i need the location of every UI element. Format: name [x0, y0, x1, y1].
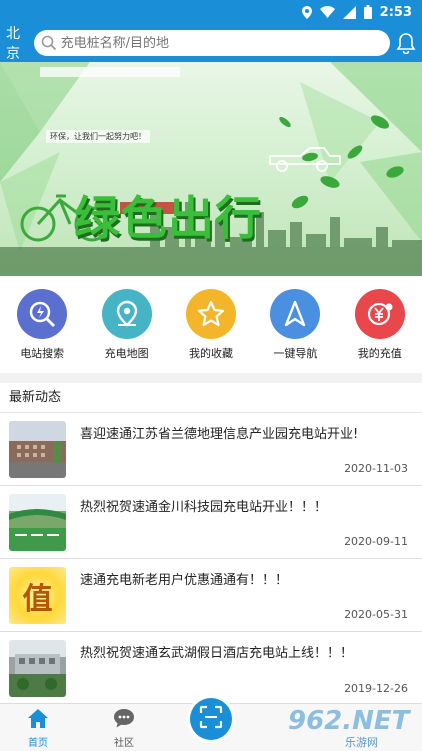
- station-search-icon: [17, 289, 68, 339]
- tab-home[interactable]: 首页: [26, 707, 50, 749]
- quick-station-search[interactable]: 电站搜索: [0, 276, 84, 373]
- news-thumbnail: [9, 494, 66, 551]
- news-section-title: 最新动态: [0, 383, 422, 413]
- news-item-date: 2020-05-31: [344, 608, 408, 621]
- home-icon: [26, 707, 50, 732]
- news-item-title: 喜迎速通江苏省兰德地理信息产业园充电站开业!: [80, 427, 359, 442]
- watermark-logo: 962.NET: [288, 706, 410, 736]
- news-item[interactable]: 喜迎速通江苏省兰德地理信息产业园充电站开业! 2020-11-03: [0, 413, 422, 486]
- news-item-title: 热烈祝贺速通金川科技园充电站开业！！！: [80, 500, 328, 515]
- news-item-title: 速通充电新老用户优惠通通有！！！: [80, 573, 289, 588]
- news-item-date: 2020-09-11: [344, 535, 408, 548]
- news-thumbnail: 值: [9, 567, 66, 624]
- watermark-subtitle: 乐游网: [345, 736, 378, 749]
- news-thumbnail: [9, 421, 66, 478]
- location-icon: [301, 5, 312, 19]
- news-thumbnail-text: 值: [22, 581, 53, 617]
- status-bar: 2:53: [0, 0, 422, 24]
- news-section: 最新动态 喜迎速通江苏省兰德地理信息产业园充电站开业! 2020-11-03 热…: [0, 383, 422, 703]
- news-item-date: 2020-11-03: [344, 462, 408, 475]
- battery-icon: [363, 5, 372, 19]
- city-selector[interactable]: 北京: [6, 23, 32, 63]
- news-item[interactable]: 热烈祝贺速通金川科技园充电站开业！！！ 2020-09-11: [0, 486, 422, 559]
- quick-label: 我的充值: [357, 347, 402, 360]
- search-box[interactable]: [33, 30, 390, 56]
- news-thumbnail: [9, 640, 66, 697]
- chat-bubble-icon: [112, 707, 136, 732]
- map-pin-icon: [101, 289, 152, 339]
- top-bar: 北京: [0, 24, 422, 62]
- news-item[interactable]: 值 速通充电新老用户优惠通通有！！！ 2020-05-31: [0, 559, 422, 632]
- news-item-date: 2019-12-26: [344, 682, 408, 695]
- bottom-tabbar: 首页 社区 962.NET 乐游网: [0, 698, 422, 751]
- quick-actions: 电站搜索 充电地图 我的收藏 一键导航 我的充值: [0, 276, 422, 373]
- navigation-icon: [270, 289, 321, 339]
- quick-charging-map[interactable]: 充电地图: [84, 276, 168, 373]
- quick-label: 充电地图: [104, 347, 149, 360]
- quick-navigation[interactable]: 一键导航: [253, 276, 337, 373]
- promo-banner[interactable]: 环保，让我们一起努力吧！ 绿色出行: [0, 62, 422, 276]
- wifi-icon: [319, 6, 335, 18]
- bell-icon[interactable]: [396, 31, 416, 55]
- search-icon: [40, 34, 58, 52]
- scan-button[interactable]: [190, 698, 232, 740]
- quick-recharge[interactable]: 我的充值: [338, 276, 422, 373]
- news-item[interactable]: 热烈祝贺速通玄武湖假日酒店充电站上线！！！ 2019-12-26: [0, 632, 422, 705]
- tab-label: 社区: [114, 738, 134, 749]
- quick-label: 我的收藏: [188, 347, 233, 360]
- yuan-icon: [354, 289, 405, 339]
- scan-icon: [199, 705, 223, 733]
- banner-subtitle: 环保，让我们一起努力吧！: [46, 130, 150, 143]
- tab-community[interactable]: 社区: [112, 707, 136, 749]
- banner-title: 绿色出行: [74, 191, 262, 245]
- quick-favorites[interactable]: 我的收藏: [169, 276, 253, 373]
- signal-icon: [342, 5, 356, 19]
- news-item-title: 热烈祝贺速通玄武湖假日酒店充电站上线！！！: [80, 646, 354, 661]
- quick-label: 电站搜索: [20, 347, 65, 360]
- clock: 2:53: [379, 4, 412, 20]
- search-input[interactable]: [60, 35, 361, 51]
- tab-label: 首页: [28, 738, 48, 749]
- quick-label: 一键导航: [273, 347, 318, 360]
- star-icon: [185, 289, 236, 339]
